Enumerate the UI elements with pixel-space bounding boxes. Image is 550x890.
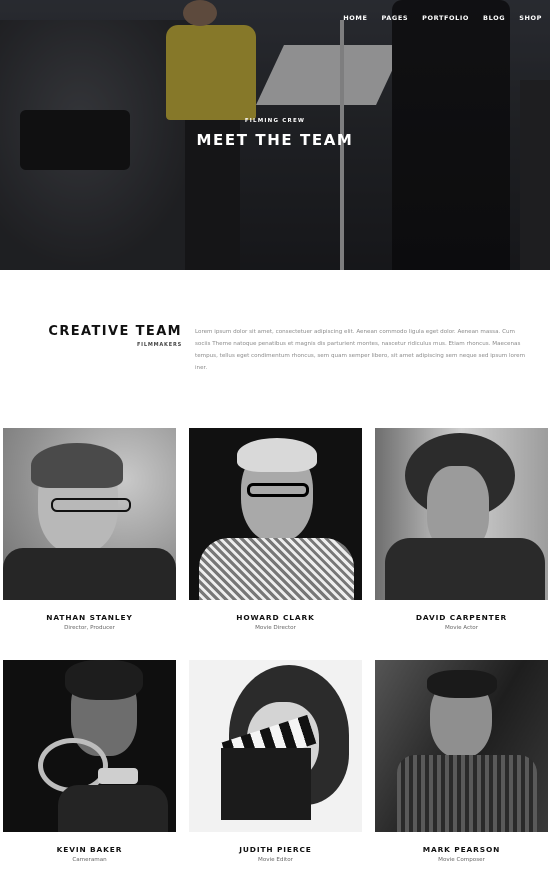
team-card[interactable]: HOWARD CLARK Movie Director (189, 428, 362, 631)
team-card[interactable]: KEVIN BAKER Cameraman (3, 660, 176, 863)
section-description: Lorem ipsum dolor sit amet, consectetuer… (195, 329, 526, 371)
hero-banner: HOME PAGES PORTFOLIO BLOG SHOP FILMING C… (0, 0, 550, 270)
team-member-role: Cameraman (72, 857, 107, 863)
section-title: CREATIVE TEAM (48, 324, 182, 339)
team-member-name: HOWARD CLARK (236, 613, 315, 622)
hero-title: MEET THE TEAM (196, 131, 354, 149)
nav-pages[interactable]: PAGES (382, 14, 409, 22)
team-photo[interactable] (375, 660, 548, 832)
nav-home[interactable]: HOME (343, 14, 367, 22)
hero-kicker: FILMING CREW (244, 118, 306, 124)
team-photo[interactable] (189, 660, 362, 832)
team-card[interactable]: DAVID CARPENTER Movie Actor (375, 428, 548, 631)
team-photo[interactable] (3, 660, 176, 832)
team-card[interactable]: MARK PEARSON Movie Composer (375, 660, 548, 863)
team-photo[interactable] (189, 428, 362, 600)
team-member-role: Movie Director (255, 625, 296, 631)
nav-portfolio[interactable]: PORTFOLIO (422, 14, 469, 22)
team-member-name: MARK PEARSON (422, 845, 501, 854)
team-photo[interactable] (3, 428, 176, 600)
nav-shop[interactable]: SHOP (519, 14, 542, 22)
team-member-name: NATHAN STANLEY (46, 613, 133, 622)
team-member-name: DAVID CARPENTER (415, 613, 508, 622)
top-navigation: HOME PAGES PORTFOLIO BLOG SHOP (343, 14, 542, 22)
team-member-role: Director, Producer (64, 625, 115, 631)
team-member-role: Movie Editor (258, 857, 293, 863)
team-card[interactable]: JUDITH PIERCE Movie Editor (189, 660, 362, 863)
nav-blog[interactable]: BLOG (483, 14, 505, 22)
team-card[interactable]: NATHAN STANLEY Director, Producer (3, 428, 176, 631)
team-photo[interactable] (375, 428, 548, 600)
team-member-name: KEVIN BAKER (56, 845, 123, 854)
section-subtitle: FILMMAKERS (136, 342, 182, 348)
team-member-role: Movie Composer (438, 857, 485, 863)
team-member-name: JUDITH PIERCE (239, 845, 312, 854)
team-member-role: Movie Actor (444, 625, 479, 631)
